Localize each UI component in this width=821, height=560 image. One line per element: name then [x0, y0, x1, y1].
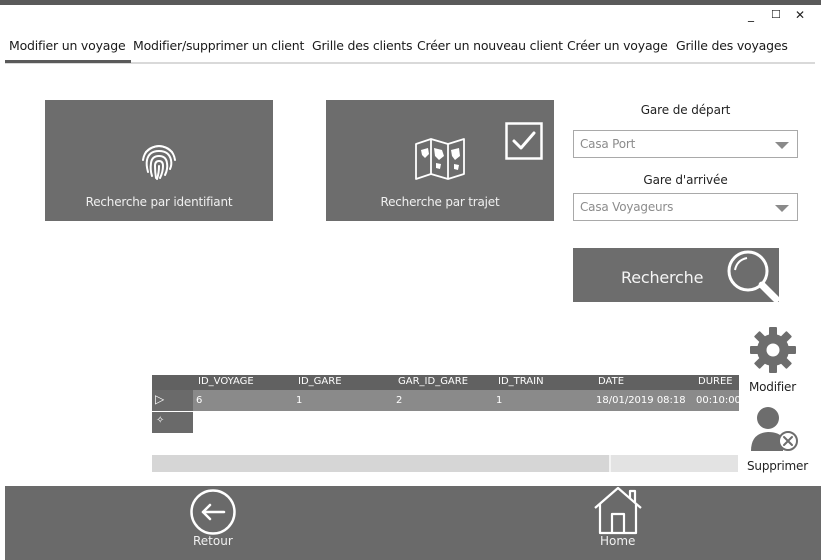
app-window: _ ☐ ✕ Modifier un voyage Modifier/suppri…	[0, 0, 821, 560]
search-by-route-tile[interactable]: Recherche par trajet	[326, 100, 554, 221]
home-icon[interactable]	[593, 486, 643, 536]
arrival-select[interactable]: Casa Voyageurs	[573, 193, 798, 221]
column-header-date[interactable]: DATE	[598, 376, 624, 387]
current-row-indicator-icon: ▷	[155, 392, 165, 406]
new-row-icon: ✧	[156, 415, 165, 426]
search-button-label: Recherche	[621, 268, 704, 287]
fingerprint-icon	[142, 144, 176, 180]
minimize-button[interactable]: _	[748, 9, 754, 21]
row-header[interactable]: ▷	[152, 390, 193, 411]
checkbox-checked-icon[interactable]	[505, 122, 543, 160]
active-tab-indicator	[5, 60, 131, 63]
modify-label[interactable]: Modifier	[749, 380, 796, 394]
cell-date[interactable]: 18/01/2019 08:18	[596, 395, 686, 406]
maximize-button[interactable]: ☐	[771, 9, 781, 21]
back-label[interactable]: Retour	[193, 534, 233, 548]
column-header-gar-id-gare[interactable]: GAR_ID_GARE	[398, 376, 468, 387]
column-header-id-voyage[interactable]: ID_VOYAGE	[198, 376, 254, 387]
map-icon	[415, 138, 465, 180]
chevron-down-icon	[775, 142, 789, 149]
tab-bar: Modifier un voyage Modifier/supprimer un…	[5, 36, 815, 64]
scrollbar-remaining[interactable]	[611, 455, 738, 472]
horizontal-scrollbar[interactable]	[152, 455, 738, 472]
delete-label[interactable]: Supprimer	[747, 459, 808, 473]
cell-gar-id-gare[interactable]: 2	[396, 395, 402, 406]
column-header-id-gare[interactable]: ID_GARE	[298, 376, 342, 387]
search-by-id-label: Recherche par identifiant	[85, 195, 233, 209]
grid-header: ID_VOYAGE ID_GARE GAR_ID_GARE ID_TRAIN D…	[152, 375, 739, 390]
search-by-id-tile[interactable]: Recherche par identifiant	[45, 100, 273, 221]
cell-duree[interactable]: 00:10:00	[696, 395, 741, 406]
tab-creer-voyage[interactable]: Créer un voyage	[567, 38, 668, 53]
close-button[interactable]: ✕	[795, 9, 805, 21]
tab-grille-clients[interactable]: Grille des clients	[312, 38, 412, 53]
tab-grille-voyages[interactable]: Grille des voyages	[676, 38, 788, 53]
cell-id-gare[interactable]: 1	[296, 395, 302, 406]
departure-value: Casa Port	[580, 137, 636, 151]
tab-modifier-supprimer-client[interactable]: Modifier/supprimer un client	[133, 38, 304, 53]
cell-id-voyage[interactable]: 6	[196, 395, 202, 406]
table-row[interactable]: ▷ 6 1 2 1 18/01/2019 08:18 00:10:00	[152, 390, 741, 411]
tab-creer-client[interactable]: Créer un nouveau client	[417, 38, 563, 53]
home-label[interactable]: Home	[600, 534, 635, 548]
remove-user-icon[interactable]	[750, 404, 800, 454]
search-by-route-label: Recherche par trajet	[380, 195, 500, 209]
arrival-label: Gare d'arrivée	[643, 173, 728, 187]
back-arrow-icon[interactable]	[189, 488, 237, 536]
column-header-id-train[interactable]: ID_TRAIN	[498, 376, 544, 387]
departure-label: Gare de départ	[640, 103, 731, 117]
new-row-header[interactable]: ✧	[152, 412, 193, 433]
search-button[interactable]: Recherche	[573, 248, 780, 303]
chevron-down-icon	[775, 205, 789, 212]
cell-id-train[interactable]: 1	[496, 395, 502, 406]
gear-icon[interactable]	[749, 326, 797, 374]
arrival-value: Casa Voyageurs	[580, 200, 674, 214]
column-header-duree[interactable]: DUREE	[698, 376, 733, 387]
departure-select[interactable]: Casa Port	[573, 130, 798, 158]
tab-modifier-voyage[interactable]: Modifier un voyage	[9, 38, 126, 53]
footer-bar: Retour Home	[5, 486, 821, 560]
magnifier-icon	[727, 250, 780, 303]
window-top-bar	[0, 0, 821, 5]
